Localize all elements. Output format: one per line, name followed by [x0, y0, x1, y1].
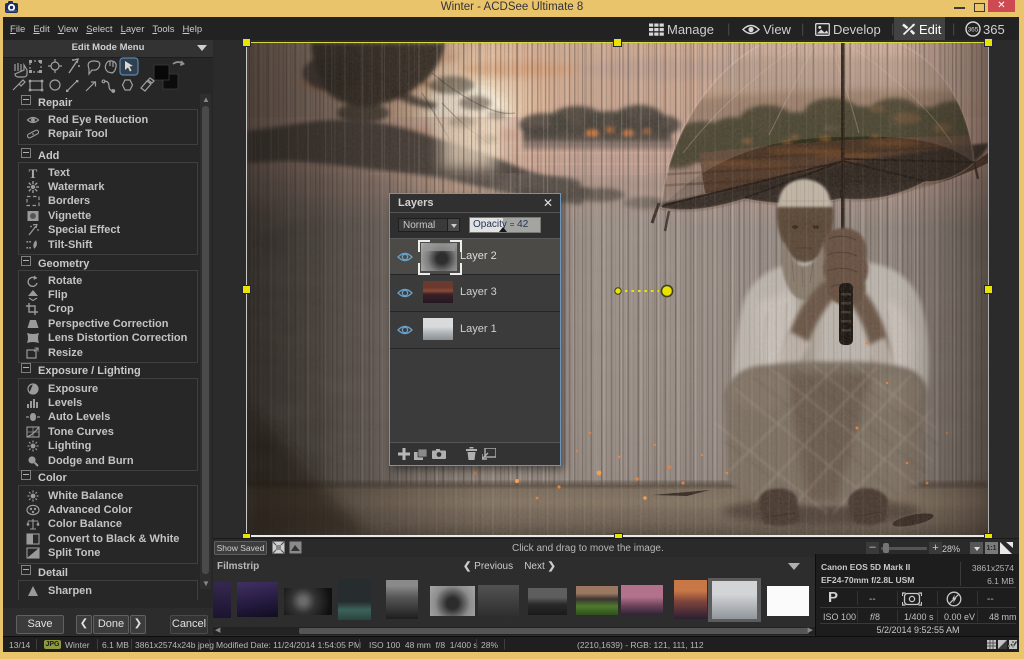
- svg-text:T: T: [29, 167, 38, 179]
- svg-text:365: 365: [968, 27, 979, 34]
